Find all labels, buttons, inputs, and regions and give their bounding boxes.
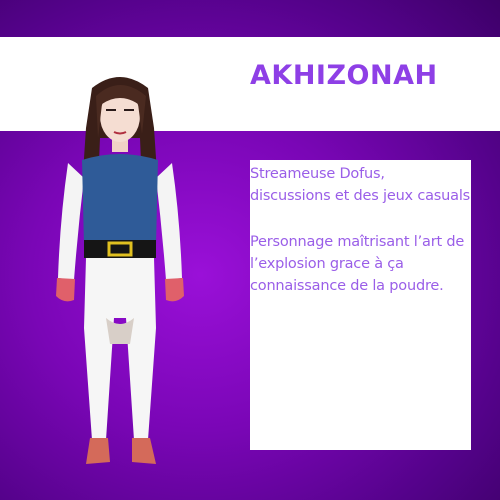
character-illustration [56,77,184,464]
character-name-title: AKHIZONAH [250,60,438,91]
description-character-text: Personnage maîtrisant l’art de l’explosi… [250,234,465,294]
description-streamer-text: Streameuse Dofus, discussions et des jeu… [250,166,471,204]
description-card: Streameuse Dofus, discussions et des jeu… [250,160,471,450]
